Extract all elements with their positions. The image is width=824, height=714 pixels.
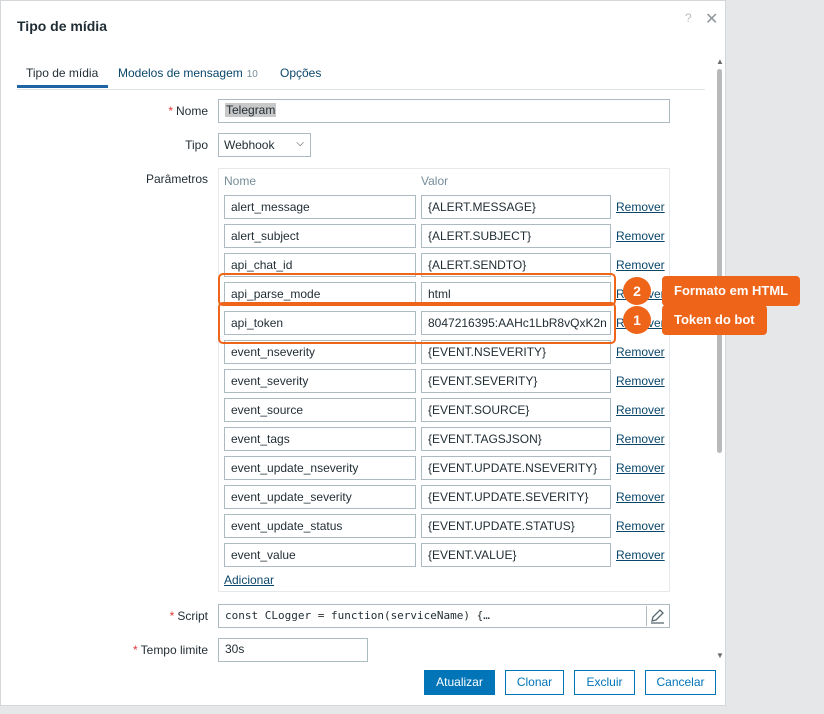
param-value-input[interactable]: {EVENT.UPDATE.STATUS} (421, 514, 611, 538)
name-label: * Nome (88, 104, 208, 118)
script-field[interactable]: const CLogger = function(serviceName) {… (218, 604, 670, 628)
tab-options[interactable]: Opções (280, 66, 321, 80)
param-name-input[interactable]: event_severity (224, 369, 416, 393)
param-remove-link[interactable]: Remover (616, 258, 665, 272)
param-name-input[interactable]: event_tags (224, 427, 416, 451)
param-value-input[interactable]: {EVENT.UPDATE.NSEVERITY} (421, 456, 611, 480)
param-name-input[interactable]: alert_message (224, 195, 416, 219)
timeout-label: * Tempo limite (88, 643, 208, 657)
param-remove-link[interactable]: Remover (616, 403, 665, 417)
close-icon[interactable]: ✕ (705, 9, 718, 29)
highlight-api-token (218, 302, 616, 344)
param-name-input[interactable]: alert_subject (224, 224, 416, 248)
type-label: Tipo (185, 138, 208, 152)
param-value-input[interactable]: {EVENT.SOURCE} (421, 398, 611, 422)
scroll-up-icon[interactable]: ▲ (716, 57, 724, 66)
type-select-value: Webhook (224, 138, 275, 152)
param-remove-link[interactable]: Remover (616, 461, 665, 475)
chevron-down-icon: ⌵ (296, 138, 304, 149)
help-icon[interactable]: ? (685, 11, 692, 25)
param-row: event_value {EVENT.VALUE} Remover (224, 543, 674, 567)
param-name-input[interactable]: event_update_nseverity (224, 456, 416, 480)
param-remove-link[interactable]: Remover (616, 200, 665, 214)
param-row: event_severity {EVENT.SEVERITY} Remover (224, 369, 674, 393)
delete-button[interactable]: Excluir (574, 670, 635, 695)
clone-button[interactable]: Clonar (505, 670, 564, 695)
pencil-icon[interactable] (646, 606, 667, 626)
tab-message-templates-label: Modelos de mensagem (118, 66, 243, 80)
param-row: event_update_status {EVENT.UPDATE.STATUS… (224, 514, 674, 538)
tab-message-templates[interactable]: Modelos de mensagem 10 (118, 66, 258, 80)
type-select[interactable]: Webhook ⌵ (218, 133, 311, 157)
param-row: event_tags {EVENT.TAGSJSON} Remover (224, 427, 674, 451)
tab-bar: Tipo de mídia Modelos de mensagem 10 Opçõ… (17, 57, 705, 90)
params-col-name: Nome (224, 174, 257, 188)
param-name-input[interactable]: event_source (224, 398, 416, 422)
name-label-text: Nome (175, 104, 208, 118)
param-value-input[interactable]: {ALERT.MESSAGE} (421, 195, 611, 219)
script-label-text: Script (177, 609, 208, 623)
name-input[interactable]: Telegram (218, 99, 670, 123)
name-input-value: Telegram (225, 103, 277, 117)
update-button[interactable]: Atualizar (424, 670, 495, 695)
param-row: alert_message {ALERT.MESSAGE} Remover (224, 195, 674, 219)
annotation-label-2: Formato em HTML (662, 276, 801, 306)
param-row: event_update_nseverity {EVENT.UPDATE.NSE… (224, 456, 674, 480)
add-param-link[interactable]: Adicionar (224, 573, 274, 587)
params-label: Parâmetros (145, 172, 208, 186)
param-remove-link[interactable]: Remover (616, 519, 665, 533)
param-row: event_source {EVENT.SOURCE} Remover (224, 398, 674, 422)
annotation-badge-1: 1 (623, 306, 651, 334)
tab-media-type[interactable]: Tipo de mídia (26, 66, 98, 80)
param-remove-link[interactable]: Remover (616, 345, 665, 359)
dialog-title: Tipo de mídia (17, 18, 107, 34)
param-name-input[interactable]: event_value (224, 543, 416, 567)
required-marker: * (132, 643, 138, 657)
tab-message-templates-count: 10 (246, 69, 258, 80)
param-name-input[interactable]: event_update_severity (224, 485, 416, 509)
scroll-down-icon[interactable]: ▼ (716, 651, 724, 660)
annotation-badge-2: 2 (623, 277, 651, 305)
param-value-input[interactable]: {EVENT.TAGSJSON} (421, 427, 611, 451)
param-value-input[interactable]: {EVENT.SEVERITY} (421, 369, 611, 393)
param-value-input[interactable]: {ALERT.SUBJECT} (421, 224, 611, 248)
param-remove-link[interactable]: Remover (616, 490, 665, 504)
cancel-button[interactable]: Cancelar (645, 670, 716, 695)
timeout-label-text: Tempo limite (140, 643, 208, 657)
param-value-input[interactable]: {EVENT.VALUE} (421, 543, 611, 567)
param-row: alert_subject {ALERT.SUBJECT} Remover (224, 224, 674, 248)
param-remove-link[interactable]: Remover (616, 229, 665, 243)
param-remove-link[interactable]: Remover (616, 374, 665, 388)
annotation-label-1: Token do bot (662, 305, 767, 335)
param-name-input[interactable]: event_update_status (224, 514, 416, 538)
scrollbar[interactable]: ▲ ▼ (713, 51, 725, 667)
param-remove-link[interactable]: Remover (616, 432, 665, 446)
active-tab-indicator (17, 85, 108, 88)
param-row: event_update_severity {EVENT.UPDATE.SEVE… (224, 485, 674, 509)
timeout-input[interactable]: 30s (218, 638, 368, 662)
required-marker: * (169, 609, 175, 623)
required-marker: * (168, 104, 173, 118)
param-remove-link[interactable]: Remover (616, 548, 665, 562)
script-value: const CLogger = function(serviceName) {… (225, 609, 490, 622)
param-value-input[interactable]: {EVENT.UPDATE.SEVERITY} (421, 485, 611, 509)
script-label: * Script (88, 609, 208, 623)
media-type-dialog: Tipo de mídia ? ✕ Tipo de mídia Modelos … (0, 0, 726, 706)
scrollbar-thumb[interactable] (717, 69, 722, 453)
params-col-value: Valor (421, 174, 449, 188)
